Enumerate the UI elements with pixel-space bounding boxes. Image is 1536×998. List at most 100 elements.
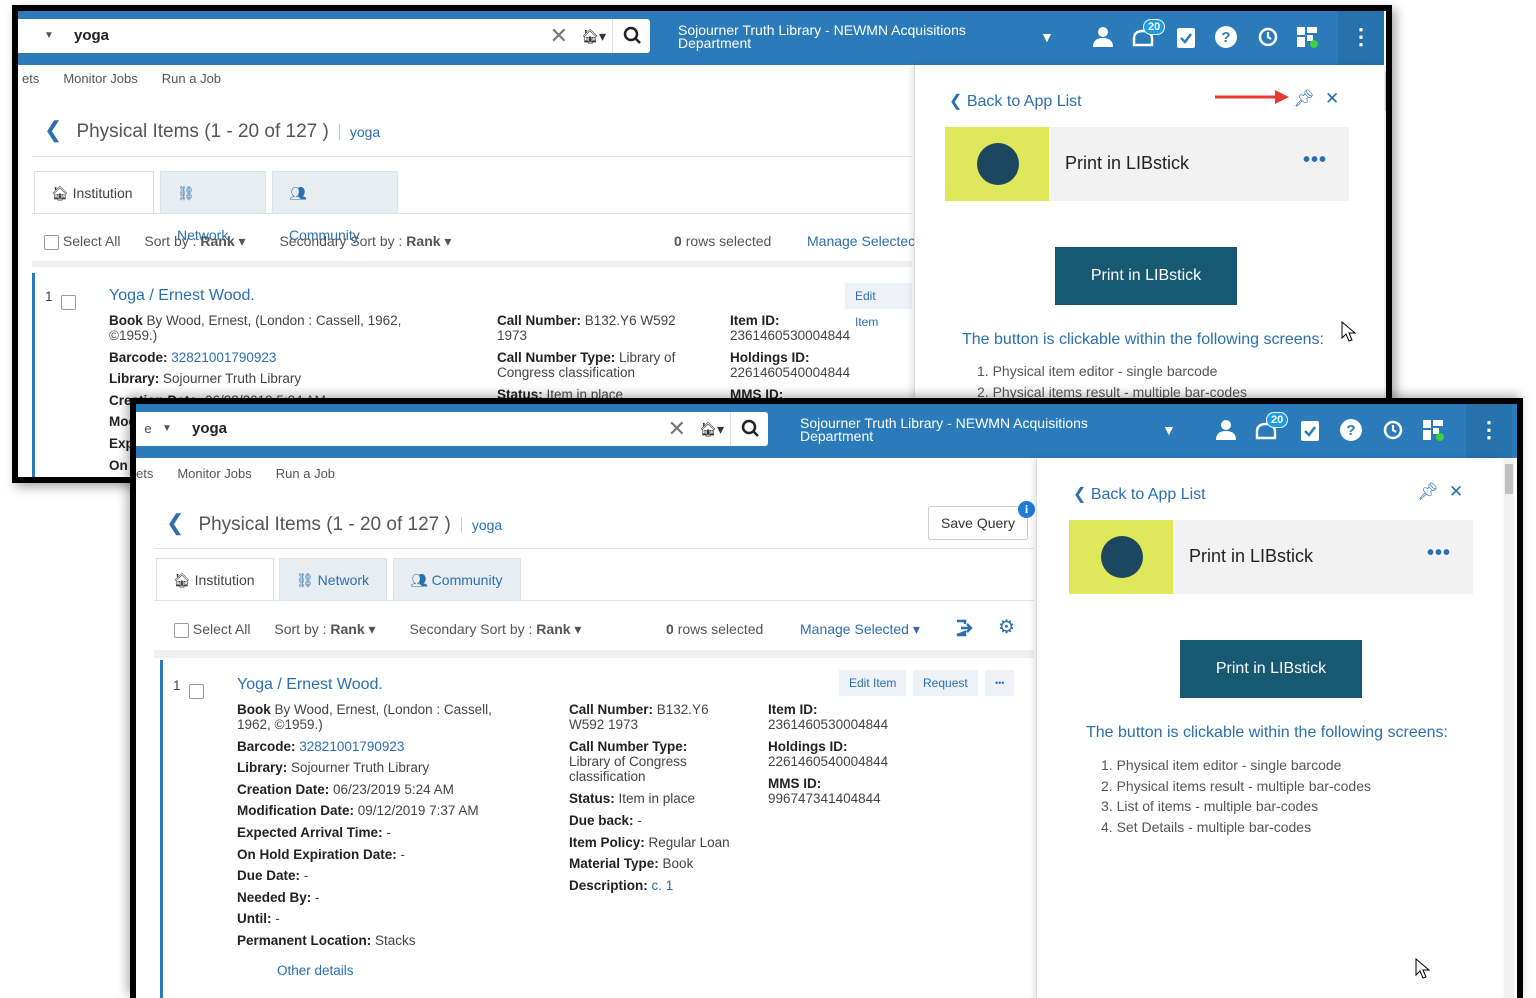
rows-selected: 0 rows selected — [666, 621, 764, 637]
svg-text:?: ? — [1346, 422, 1355, 439]
select-all-label: Select All — [192, 621, 251, 637]
user-icon[interactable] — [1091, 25, 1115, 49]
app-name: Print in LIBstick — [1065, 153, 1190, 173]
back-to-app-list[interactable]: ❮ Back to App List — [1073, 484, 1206, 504]
tab-institution[interactable]: 🏠︎ Institution — [34, 171, 154, 213]
home-icon[interactable]: 🏠︎▾ — [581, 19, 606, 53]
list-item: 3. List of items - multiple bar-codes — [1101, 798, 1319, 814]
more-options-icon[interactable]: ••• — [985, 670, 1015, 696]
search-bar[interactable]: e ▼ yoga ✕ 🏠︎▾ — [18, 19, 650, 53]
save-query-button[interactable]: Save Query — [928, 506, 1028, 540]
search-button[interactable] — [612, 19, 650, 53]
library-selector[interactable]: Sojourner Truth Library - NEWMN Acquisit… — [678, 23, 966, 50]
more-options-icon[interactable]: ••• — [1427, 542, 1451, 565]
edit-item-button[interactable]: Edit Item — [839, 670, 907, 696]
subnav-run-job[interactable]: Run a Job — [162, 71, 221, 86]
barcode-link[interactable]: 32821001790923 — [171, 350, 276, 365]
export-icon[interactable] — [954, 618, 974, 638]
search-scope[interactable]: e — [136, 412, 160, 446]
more-options-icon[interactable]: ••• — [1303, 149, 1327, 172]
clickable-info: The button is clickable within the follo… — [1086, 724, 1448, 741]
secondary-sort-dropdown[interactable]: Secondary Sort by : Rank ▾ — [279, 233, 451, 249]
search-icon — [623, 26, 641, 44]
tab-institution[interactable]: 🏠︎ Institution — [156, 558, 274, 600]
library-selector[interactable]: Sojourner Truth Library - NEWMN Acquisit… — [800, 416, 1088, 443]
print-in-libstick-button[interactable]: Print in LIBstick — [1055, 247, 1237, 305]
help-icon[interactable]: ? — [1339, 418, 1363, 442]
search-input[interactable]: yoga — [192, 412, 227, 446]
top-bar: e ▼ yoga ✕ 🏠︎▾ Sojourner Truth Library -… — [18, 11, 1384, 65]
clear-icon[interactable]: ✕ — [550, 19, 568, 53]
subnav-monitor-jobs[interactable]: Monitor Jobs — [177, 466, 251, 481]
tab-network[interactable]: ⛓ Network — [160, 171, 266, 243]
tab-community[interactable]: 👥︎ Community — [272, 171, 398, 243]
home-icon[interactable]: 🏠︎▾ — [699, 412, 724, 446]
help-icon[interactable]: ? — [1214, 25, 1238, 49]
secondary-sort-dropdown[interactable]: Secondary Sort by : Rank ▾ — [409, 621, 581, 637]
app-card[interactable]: Print in LIBstick ••• — [1069, 520, 1473, 594]
settings-icon[interactable]: ⚙ — [998, 616, 1015, 639]
item-title[interactable]: Yoga / Ernest Wood. — [109, 287, 255, 305]
row-index: 1 — [45, 289, 53, 304]
search-button[interactable] — [730, 412, 768, 446]
row-checkbox[interactable] — [61, 295, 76, 310]
manage-selected-button[interactable]: Manage Selected ▾ — [800, 621, 920, 638]
pin-icon[interactable]: 📌︎ — [1293, 89, 1315, 109]
chevron-down-icon[interactable]: ▼ — [1040, 29, 1054, 45]
chevron-down-icon[interactable]: ▼ — [1162, 422, 1176, 438]
chevron-down-icon[interactable]: ▼ — [44, 19, 54, 53]
back-to-app-list[interactable]: ❮ Back to App List — [949, 91, 1082, 111]
close-icon[interactable]: ✕ — [1325, 89, 1339, 109]
back-icon[interactable]: ❮ — [44, 117, 62, 142]
kebab-icon[interactable]: ⋮ — [1466, 404, 1512, 458]
history-icon[interactable] — [1255, 25, 1279, 49]
search-input[interactable]: yoga — [74, 19, 109, 53]
subnav-sets[interactable]: ets — [22, 71, 39, 86]
tasks-icon[interactable] — [1174, 25, 1198, 49]
cursor-icon — [1341, 321, 1357, 342]
select-all-checkbox[interactable] — [174, 622, 189, 638]
row-checkbox[interactable] — [189, 684, 204, 699]
clear-icon[interactable]: ✕ — [668, 412, 686, 446]
sort-by-dropdown[interactable]: Sort by : Rank ▾ — [144, 233, 245, 249]
info-icon[interactable]: i — [1018, 501, 1035, 518]
chevron-down-icon[interactable]: ▼ — [162, 412, 172, 446]
back-icon[interactable]: ❮ — [166, 510, 184, 535]
description-link[interactable]: c. 1 — [652, 878, 674, 893]
history-icon[interactable] — [1380, 418, 1404, 442]
app-logo — [945, 127, 1049, 201]
list-item: 2. Physical items result - multiple bar-… — [1101, 777, 1371, 794]
query-tag[interactable]: yoga — [460, 517, 503, 533]
user-icon[interactable] — [1214, 418, 1238, 442]
request-button[interactable]: Request — [913, 670, 978, 696]
print-in-libstick-button[interactable]: Print in LIBstick — [1180, 640, 1362, 698]
notification-icon[interactable]: 20 — [1131, 19, 1166, 49]
tab-network[interactable]: ⛓ Network — [279, 558, 387, 600]
select-all-checkbox[interactable] — [44, 234, 59, 250]
back-icon: ❮ — [949, 93, 967, 110]
subnav-monitor-jobs[interactable]: Monitor Jobs — [63, 71, 137, 86]
community-icon: 👥︎ — [289, 185, 307, 201]
tab-community[interactable]: 👥︎ Community — [393, 558, 521, 600]
other-details-link[interactable]: Other details — [277, 963, 354, 978]
notification-icon[interactable]: 20 — [1254, 412, 1289, 442]
kebab-icon[interactable]: ⋮ — [1338, 11, 1384, 65]
toolbar: Select All Sort by : Rank ▾ Secondary So… — [174, 621, 581, 638]
app-card[interactable]: Print in LIBstick ••• — [945, 127, 1349, 201]
apps-icon[interactable] — [1295, 25, 1319, 49]
top-bar: e ▼ yoga ✕ 🏠︎▾ Sojourner Truth Library -… — [136, 404, 1517, 458]
close-icon[interactable]: ✕ — [1449, 482, 1463, 502]
search-bar[interactable]: e ▼ yoga ✕ 🏠︎▾ — [136, 412, 768, 446]
apps-icon[interactable] — [1421, 418, 1445, 442]
subnav-run-job[interactable]: Run a Job — [276, 466, 335, 481]
manage-selected-button[interactable]: Manage Selectec — [807, 233, 915, 249]
tasks-icon[interactable] — [1298, 418, 1322, 442]
sort-by-dropdown[interactable]: Sort by : Rank ▾ — [274, 621, 375, 637]
barcode-link[interactable]: 32821001790923 — [299, 739, 404, 754]
query-tag[interactable]: yoga — [338, 124, 381, 140]
edit-item-button[interactable]: Edit Item — [845, 283, 912, 329]
select-all-label: Select All — [62, 233, 121, 249]
item-title[interactable]: Yoga / Ernest Wood. — [237, 676, 383, 694]
subnav-sets[interactable]: ets — [136, 466, 153, 481]
pin-icon[interactable]: 📌︎ — [1417, 482, 1439, 502]
